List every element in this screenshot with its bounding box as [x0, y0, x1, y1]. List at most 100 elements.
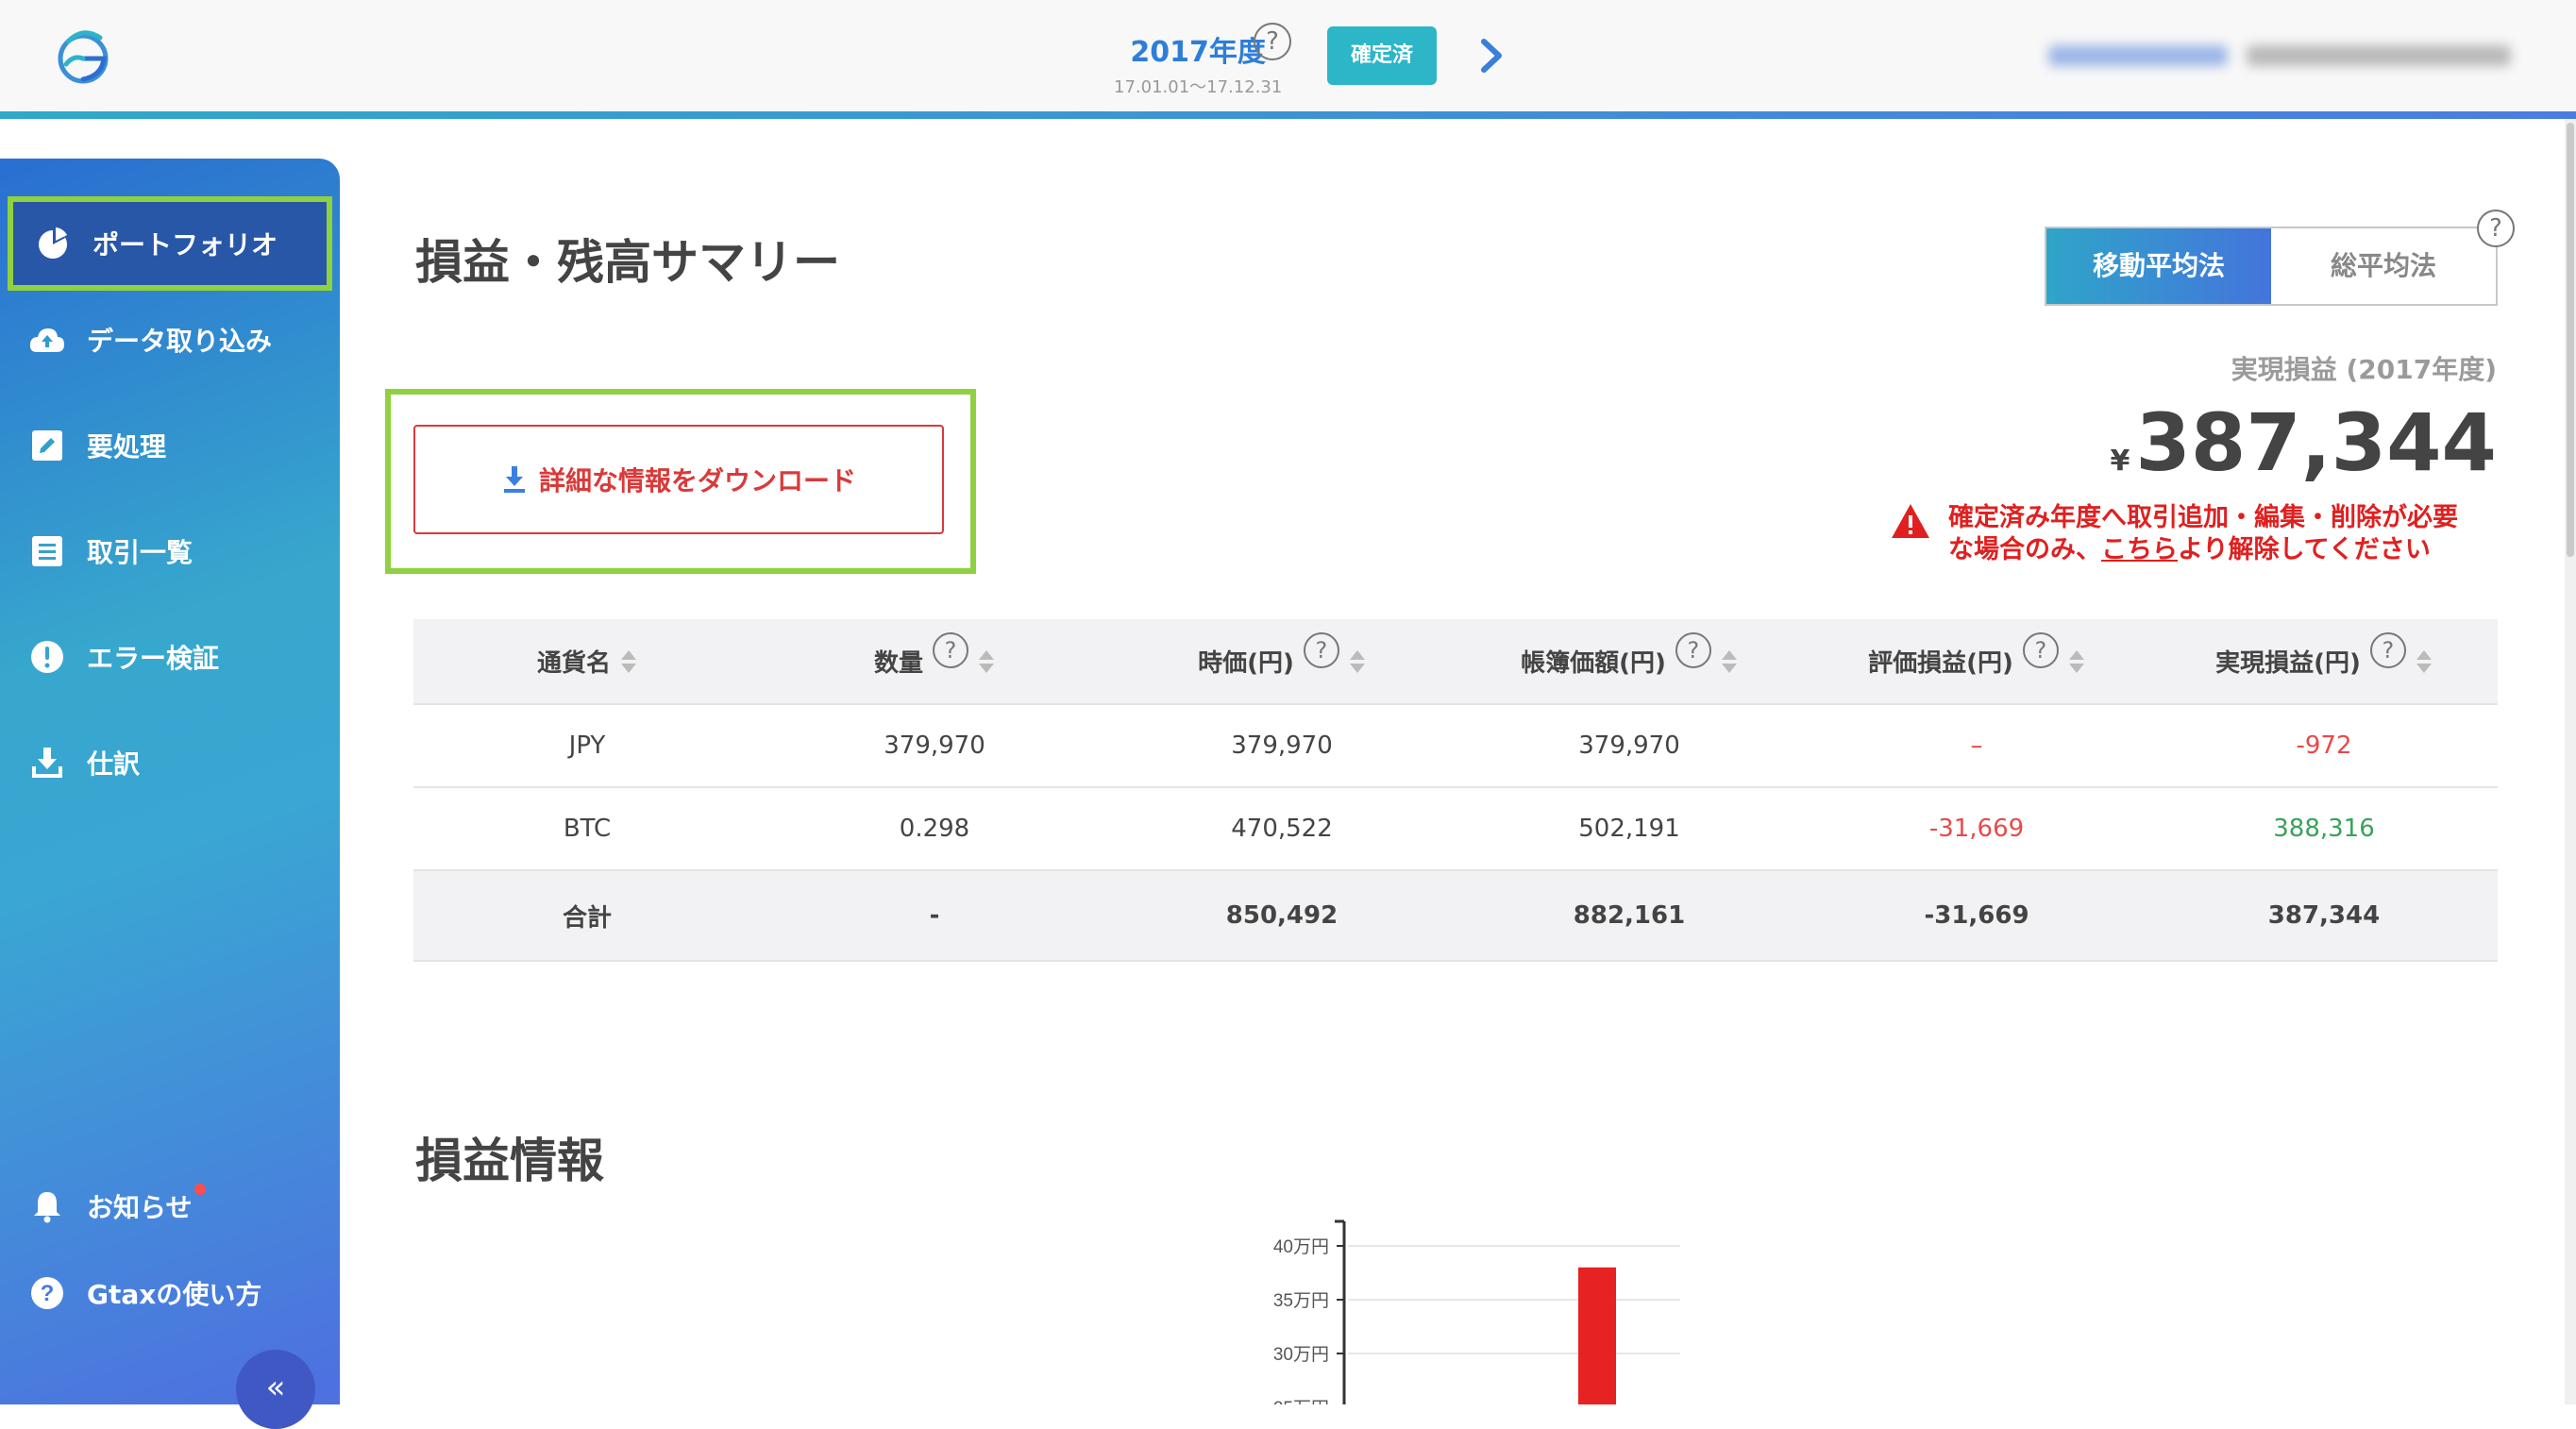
col-header-unrealized-pl[interactable]: 評価損益(円)? — [1803, 619, 2150, 704]
sidebar-item-label: 仕訳 — [87, 748, 141, 780]
y-tick-label: 35万円 — [1273, 1291, 1329, 1311]
col-header-market-value[interactable]: 時価(円)? — [1108, 619, 1456, 704]
realized-pl-label: 実現損益 (2017年度) — [2231, 354, 2497, 385]
download-icon — [503, 466, 525, 493]
y-tick-label: 40万円 — [1273, 1237, 1329, 1257]
year-help-icon[interactable]: ? — [1254, 23, 1291, 60]
cell-realized-pl: -972 — [2150, 703, 2498, 787]
sidebar-item-label: 取引一覧 — [87, 537, 194, 568]
moving-average-button[interactable]: 移動平均法 — [2046, 228, 2271, 304]
scrollbar-thumb[interactable] — [2567, 123, 2574, 557]
header-label: 評価損益(円) — [1868, 649, 2013, 678]
help-icon[interactable]: ? — [933, 631, 968, 668]
sidebar-item-label: Gtaxの使い方 — [87, 1279, 262, 1310]
sidebar-item-portfolio[interactable]: ポートフォリオ — [8, 196, 332, 291]
bell-icon — [28, 1187, 66, 1225]
download-details-button[interactable]: 詳細な情報をダウンロード — [413, 425, 944, 534]
sidebar: ポートフォリオ データ取り込み 要処理 取引一覧 エラー検証 仕訳 お知らせ ?… — [0, 159, 340, 1404]
pl-section-title: 損益情報 — [415, 1134, 604, 1188]
download-button-label: 詳細な情報をダウンロード — [538, 465, 856, 496]
confirmed-status-button[interactable]: 確定済 — [1327, 26, 1437, 85]
sidebar-item-label: 要処理 — [87, 431, 167, 462]
sidebar-item-data-import[interactable]: データ取り込み — [8, 293, 332, 387]
method-help-icon[interactable]: ? — [2477, 210, 2515, 247]
sidebar-item-journal[interactable]: 仕訳 — [8, 715, 332, 810]
warning-text-a: な場合のみ、 — [1948, 535, 2101, 564]
table-row: BTC 0.298 470,522 502,191 -31,669 388,31… — [413, 786, 2498, 870]
cell-book-value: 882,161 — [1456, 869, 1803, 962]
cell-quantity: 379,970 — [761, 703, 1108, 787]
col-header-currency[interactable]: 通貨名 — [413, 619, 761, 704]
header-label: 帳簿価額(円) — [1521, 649, 1666, 678]
confirmed-year-warning: 確定済み年度へ取引追加・編集・削除が必要 な場合のみ、こちらより解除してください — [1948, 502, 2515, 566]
notification-badge-dot — [194, 1184, 206, 1195]
pl-bar-chart: 40万円 35万円 30万円 25万円 — [1273, 1219, 1680, 1404]
cell-market-value: 379,970 — [1108, 703, 1456, 787]
unlock-link[interactable]: こちら — [2101, 535, 2178, 564]
header-label: 実現損益(円) — [2215, 649, 2361, 678]
cell-unrealized-pl: – — [1803, 703, 2150, 787]
header-label: 数量 — [873, 649, 923, 678]
cell-book-value: 502,191 — [1456, 786, 1803, 870]
cell-currency: JPY — [413, 703, 761, 787]
next-year-chevron-icon[interactable] — [1473, 34, 1510, 77]
calc-method-toggle: 移動平均法 総平均法 — [2045, 227, 2498, 306]
help-icon[interactable]: ? — [1303, 631, 1339, 668]
user-account-blurred[interactable] — [2048, 42, 2520, 72]
col-header-book-value[interactable]: 帳簿価額(円)? — [1456, 619, 1803, 704]
cloud-upload-icon — [28, 321, 66, 359]
download-tray-icon — [28, 744, 66, 782]
cell-book-value: 379,970 — [1456, 703, 1803, 787]
realized-pl-amount: ¥387,344 — [2111, 396, 2497, 489]
header-label: 通貨名 — [536, 649, 611, 678]
sidebar-item-label: お知らせ — [87, 1192, 193, 1223]
cell-realized-pl: 387,344 — [2150, 869, 2498, 962]
help-icon[interactable]: ? — [2369, 631, 2406, 668]
sidebar-item-error-check[interactable]: エラー検証 — [8, 610, 332, 704]
total-average-button[interactable]: 総平均法 — [2271, 228, 2496, 304]
sort-icon[interactable] — [1349, 649, 1366, 674]
page-title: 損益・残高サマリー — [415, 235, 840, 290]
help-icon[interactable]: ? — [2022, 631, 2059, 668]
warning-line-1: 確定済み年度へ取引追加・編集・削除が必要 — [1948, 503, 2458, 532]
sidebar-item-label: データ取り込み — [87, 326, 273, 357]
sidebar-item-notifications[interactable]: お知らせ — [8, 1159, 332, 1253]
warning-text-b: より解除してください — [2178, 535, 2431, 564]
list-icon — [28, 532, 66, 570]
sort-icon[interactable] — [1721, 649, 1738, 674]
top-header: 2017年度 17.01.01〜17.12.31 ? 確定済 — [0, 0, 2576, 113]
summary-table: 通貨名 数量? 時価(円)? 帳簿価額(円)? 評価損益(円)? 実現損益(円)… — [413, 619, 2498, 962]
y-tick-label: 25万円 — [1273, 1399, 1329, 1404]
sidebar-item-label: ポートフォリオ — [93, 229, 278, 261]
sidebar-item-label: エラー検証 — [87, 643, 220, 674]
yen-symbol: ¥ — [2110, 445, 2130, 478]
warning-icon — [1892, 504, 1929, 538]
help-icon[interactable]: ? — [1675, 631, 1711, 668]
sidebar-item-how-to-use[interactable]: ? Gtaxの使い方 — [8, 1246, 332, 1340]
cell-unrealized-pl: -31,669 — [1803, 786, 2150, 870]
cell-currency: 合計 — [413, 869, 761, 962]
sidebar-collapse-button[interactable]: « — [236, 1350, 315, 1429]
fiscal-year-range: 17.01.01〜17.12.31 — [1114, 77, 1283, 97]
col-header-quantity[interactable]: 数量? — [761, 619, 1108, 704]
col-header-realized-pl[interactable]: 実現損益(円)? — [2150, 619, 2498, 704]
sidebar-item-needs-action[interactable]: 要処理 — [8, 398, 332, 493]
sort-icon[interactable] — [2416, 649, 2433, 674]
cell-market-value: 470,522 — [1108, 786, 1456, 870]
cell-realized-pl: 388,316 — [2150, 786, 2498, 870]
y-tick-label: 30万円 — [1273, 1345, 1329, 1365]
sidebar-item-transactions[interactable]: 取引一覧 — [8, 504, 332, 598]
header-label: 時価(円) — [1198, 649, 1294, 678]
gtax-logo[interactable] — [49, 23, 117, 91]
svg-text:?: ? — [41, 1281, 55, 1306]
pl-bar[interactable] — [1578, 1267, 1616, 1404]
cell-quantity: - — [761, 869, 1108, 962]
sort-icon[interactable] — [2068, 649, 2085, 674]
cell-unrealized-pl: -31,669 — [1803, 869, 2150, 962]
sort-icon[interactable] — [978, 649, 995, 674]
help-icon: ? — [28, 1274, 66, 1312]
pie-chart-icon — [34, 225, 72, 262]
warning-line-2: な場合のみ、こちらより解除してください — [1948, 534, 2515, 566]
sort-icon[interactable] — [620, 649, 637, 674]
cell-currency: BTC — [413, 786, 761, 870]
